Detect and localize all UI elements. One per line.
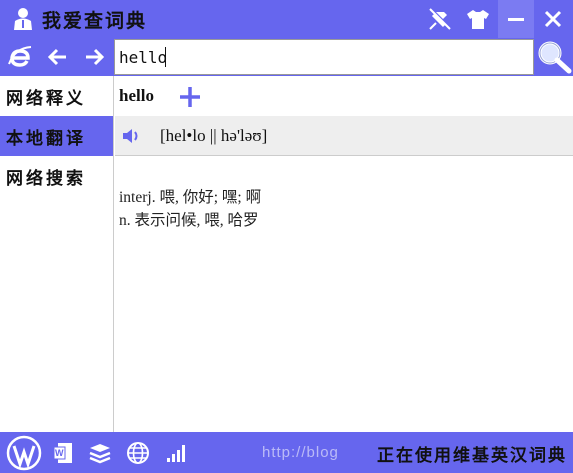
sidebar-item-local-translation[interactable]: 本地翻译 [0,116,113,156]
sidebar-item-label: 本地翻译 [6,128,86,149]
title-bar: 我爱查词典 [0,0,573,38]
speaker-icon[interactable] [121,126,143,146]
word-header: hello [115,76,573,116]
phonetic-text: [hel•lo || hə'ləʊ] [160,126,268,145]
search-input[interactable] [114,39,534,75]
phonetic-row: [hel•lo || hə'ləʊ] [115,116,573,156]
close-button[interactable] [535,0,571,38]
minimize-button[interactable] [498,0,534,38]
sidebar: 网络释义 本地翻译 网络搜索 [0,76,114,432]
add-to-wordbook-icon[interactable] [177,84,203,110]
word-doc-icon: W [53,443,72,463]
bottom-bar: W http://blog 正在使用维基英汉词典 [0,432,573,473]
back-button[interactable] [42,42,74,72]
definition-line: n. 表示问候, 喂, 哈罗 [119,212,259,229]
forward-button[interactable] [78,42,110,72]
browser-button[interactable] [4,42,36,72]
svg-text:W: W [55,448,64,458]
text-caret [165,47,166,67]
forward-arrow-icon [86,48,105,66]
minimize-icon [508,18,524,21]
sidebar-item-web-search[interactable]: 网络搜索 [0,156,113,196]
search-button[interactable] [535,39,573,75]
layers-button[interactable] [86,436,114,470]
sidebar-item-label: 网络释义 [6,88,86,109]
word-doc-button[interactable]: W [50,436,76,470]
skin-button[interactable] [460,0,496,38]
definitions: interj. 喂, 你好; 嘿; 啊 n. 表示问候, 喂, 哈罗 [119,186,569,232]
magnifier-icon [538,41,572,74]
layers-icon [89,444,111,464]
close-icon [544,10,562,28]
pin-icon [429,8,451,30]
window-title: 我爱查词典 [42,10,148,32]
sidebar-item-web-definition[interactable]: 网络释义 [0,76,113,116]
ie-icon [8,46,32,67]
headword: hello [119,86,154,105]
back-arrow-icon [47,48,66,66]
wordpress-icon [6,435,42,471]
globe-icon [127,442,149,464]
sidebar-item-label: 网络搜索 [6,168,86,189]
search-bar [0,38,573,76]
shirt-icon [467,10,489,29]
definition-line: interj. 喂, 你好; 嘿; 啊 [119,189,262,206]
wordpress-button[interactable] [4,435,44,471]
pin-button[interactable] [422,0,458,38]
dictionary-status: 正在使用维基英汉词典 [377,446,567,466]
signal-icon [167,445,185,462]
signal-button[interactable] [162,436,190,470]
user-icon [14,8,32,30]
watermark-text: http://blog [262,444,339,461]
globe-button[interactable] [124,436,152,470]
